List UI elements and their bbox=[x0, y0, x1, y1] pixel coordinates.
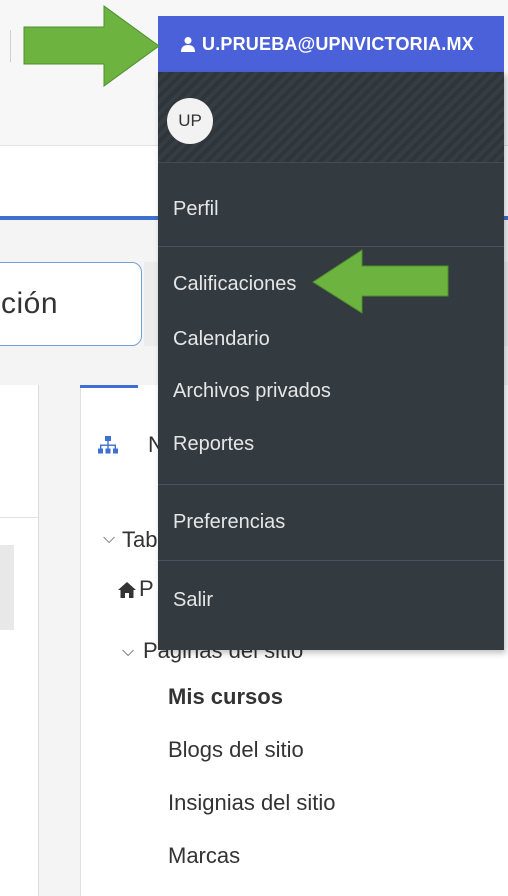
green-arrow-right bbox=[23, 5, 160, 87]
home-icon bbox=[118, 582, 136, 598]
nav-tree-home[interactable]: P bbox=[139, 576, 154, 602]
nav-item-blogs[interactable]: Blogs del sitio bbox=[168, 737, 304, 763]
menu-item-perfil[interactable]: Perfil bbox=[173, 198, 219, 221]
nav-item-marcas[interactable]: Marcas bbox=[168, 843, 240, 869]
navbar-divider bbox=[10, 30, 11, 62]
menu-item-reportes[interactable]: Reportes bbox=[173, 433, 254, 456]
user-icon bbox=[181, 37, 195, 52]
nav-tree-root[interactable]: Tab bbox=[122, 527, 157, 553]
green-arrow-left bbox=[312, 249, 449, 314]
user-dropdown-menu: UP Perfil Calificaciones Calendario Arch… bbox=[158, 72, 504, 650]
menu-item-archivos-privados[interactable]: Archivos privados bbox=[173, 380, 331, 403]
menu-divider bbox=[158, 484, 504, 485]
navigation-block-accent bbox=[80, 385, 138, 388]
menu-item-preferencias[interactable]: Preferencias bbox=[173, 511, 285, 534]
avatar-row: UP bbox=[158, 72, 504, 163]
chevron-down-icon[interactable]: ⌵ bbox=[103, 530, 115, 548]
nav-item-insignias[interactable]: Insignias del sitio bbox=[168, 790, 336, 816]
search-input[interactable]: ción bbox=[0, 262, 142, 346]
left-block bbox=[0, 385, 39, 896]
menu-item-calificaciones[interactable]: Calificaciones bbox=[173, 273, 296, 296]
nav-item-mis-cursos[interactable]: Mis cursos bbox=[168, 684, 283, 710]
left-block-placeholder bbox=[0, 545, 14, 630]
menu-item-calendario[interactable]: Calendario bbox=[173, 328, 270, 351]
chevron-down-icon[interactable]: ⌵ bbox=[122, 643, 134, 661]
menu-item-salir[interactable]: Salir bbox=[173, 589, 213, 612]
sitemap-icon bbox=[98, 436, 118, 454]
user-email: U.PRUEBA@UPNVICTORIA.MX bbox=[202, 33, 474, 54]
user-menu-toggle[interactable]: U.PRUEBA@UPNVICTORIA.MX bbox=[158, 16, 504, 72]
menu-divider bbox=[158, 560, 504, 561]
avatar[interactable]: UP bbox=[167, 98, 213, 144]
left-block-divider bbox=[0, 517, 38, 518]
